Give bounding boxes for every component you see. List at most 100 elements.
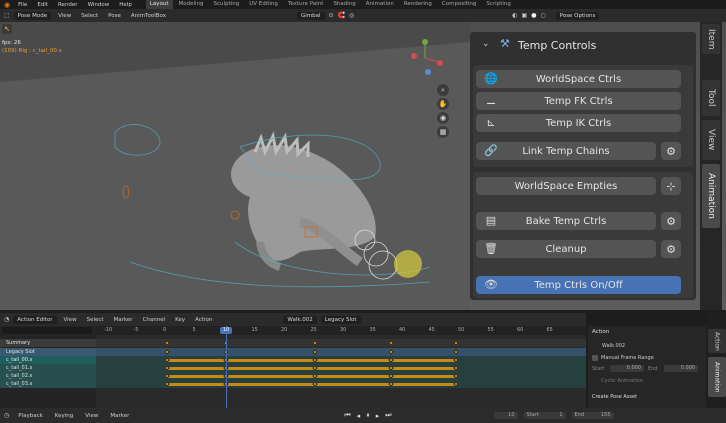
menu-render[interactable]: Render: [54, 2, 82, 8]
playhead-frame-label[interactable]: 10: [220, 327, 232, 334]
playhead-line[interactable]: [226, 326, 227, 408]
create-pose-asset-section[interactable]: Create Pose Asset: [592, 394, 637, 400]
manual-range-label: Manual Frame Range: [601, 355, 654, 361]
ae-menu-view[interactable]: View: [61, 316, 80, 324]
temp-ik-ctrls-button[interactable]: ⊾ Temp IK Ctrls: [476, 114, 681, 132]
pan-hand-icon[interactable]: ✋: [437, 98, 449, 110]
editor-mode-dropdown[interactable]: Action Editor: [13, 315, 57, 324]
end-field[interactable]: 0.000: [664, 365, 698, 372]
workspace-tab-shading[interactable]: Shading: [329, 0, 359, 9]
mode-dropdown[interactable]: Pose Mode: [13, 11, 52, 20]
perspective-grid-icon[interactable]: ▦: [437, 126, 449, 138]
play-pause-icon[interactable]: ⏸: [366, 411, 370, 420]
worldspace-empties-button[interactable]: WorldSpace Empties: [476, 177, 656, 195]
menu-view[interactable]: View: [55, 12, 74, 20]
ae-menu-select[interactable]: Select: [84, 316, 107, 324]
props-action-name[interactable]: Walk.002: [602, 343, 625, 349]
tab-tool[interactable]: Tool: [702, 80, 720, 116]
channel-c-tail-01[interactable]: c_tail_01.x: [0, 364, 96, 372]
timeline-editor-icon[interactable]: ◷: [4, 412, 9, 419]
props-tab-animation[interactable]: Animation: [708, 357, 726, 397]
workspace-tab-modeling[interactable]: Modeling: [175, 0, 208, 9]
ruler-tick-label: 20: [281, 327, 288, 333]
ae-menu-marker[interactable]: Marker: [111, 316, 136, 324]
menu-window[interactable]: Window: [84, 2, 114, 8]
workspace-tab-sculpting[interactable]: Sculpting: [210, 0, 244, 9]
dopesheet-editor-icon[interactable]: ◔: [4, 316, 9, 323]
cleanup-button[interactable]: 🗑 Cleanup: [476, 240, 656, 258]
menu-animtoolbox[interactable]: AnimToolBox: [128, 12, 169, 20]
proportional-icon[interactable]: ◎: [349, 12, 354, 19]
start-field[interactable]: 0.000: [610, 365, 644, 372]
ae-menu-action[interactable]: Action: [192, 316, 215, 324]
snap-icon[interactable]: 🧲: [338, 12, 345, 19]
bake-settings-gear-icon[interactable]: ⚙: [661, 212, 681, 230]
overlay-icon[interactable]: ◐: [512, 12, 517, 19]
ruler-tick-label: 25: [310, 327, 317, 333]
panel-title: Temp Controls: [518, 39, 597, 52]
tab-animation[interactable]: Animation: [702, 164, 720, 228]
shading-solid-icon[interactable]: ●: [531, 12, 536, 19]
prev-key-icon[interactable]: ◂: [357, 412, 361, 420]
current-frame-field[interactable]: 10: [493, 412, 518, 419]
tab-view[interactable]: View: [702, 120, 720, 160]
props-section-action[interactable]: Action: [592, 329, 609, 335]
pose-options-dropdown[interactable]: Pose Options: [555, 11, 600, 20]
channel-c-tail-00[interactable]: c_tail_00.x: [0, 356, 96, 364]
workspace-tab-compositing[interactable]: Compositing: [438, 0, 480, 9]
tool-cursor-icon[interactable]: ↖: [2, 24, 12, 34]
manual-range-checkbox[interactable]: [592, 355, 598, 361]
pivot-icon[interactable]: ⊙: [329, 12, 334, 19]
channel-c-tail-02[interactable]: c_tail_02.x: [0, 372, 96, 380]
menu-help[interactable]: Help: [115, 2, 136, 8]
workspace-tab-layout[interactable]: Layout: [145, 0, 173, 9]
ae-menu-key[interactable]: Key: [172, 316, 188, 324]
next-key-icon[interactable]: ▸: [376, 412, 380, 420]
jump-end-icon[interactable]: ⏭: [385, 411, 391, 420]
action-selector[interactable]: Walk.002: [283, 315, 317, 324]
channel-summary[interactable]: Summary: [0, 339, 96, 347]
workspace-tab-rendering[interactable]: Rendering: [400, 0, 436, 9]
props-tab-action[interactable]: Action: [708, 329, 726, 353]
camera-view-icon[interactable]: ◉: [437, 112, 449, 124]
tab-item[interactable]: Item: [702, 24, 720, 54]
workspace-tab-scripting[interactable]: Scripting: [482, 0, 514, 9]
menu-marker-timeline[interactable]: Marker: [107, 412, 132, 420]
menu-file[interactable]: File: [14, 2, 31, 8]
editor-type-icon[interactable]: ⬚: [4, 12, 10, 19]
worldspace-ctrls-button[interactable]: 🌐 WorldSpace Ctrls: [476, 70, 681, 88]
menu-view-timeline[interactable]: View: [82, 412, 101, 420]
menu-edit[interactable]: Edit: [33, 2, 52, 8]
start-label: Start: [592, 366, 605, 372]
cleanup-settings-gear-icon[interactable]: ⚙: [661, 240, 681, 258]
menu-select[interactable]: Select: [78, 12, 101, 20]
start-frame-field[interactable]: Start 1: [523, 412, 566, 419]
temp-ctrls-onoff-button[interactable]: 👁 Temp Ctrls On/Off: [476, 276, 681, 294]
xray-icon[interactable]: ▣: [522, 12, 528, 19]
slot-selector[interactable]: Legacy Slot: [320, 315, 361, 324]
temp-fk-ctrls-button[interactable]: ⚊ Temp FK Ctrls: [476, 92, 681, 110]
jump-start-icon[interactable]: ⏮: [344, 411, 350, 420]
menu-playback[interactable]: Playback: [15, 412, 46, 420]
bake-temp-ctrls-button[interactable]: ▤ Bake Temp Ctrls: [476, 212, 656, 230]
end-frame-field[interactable]: End 155: [571, 412, 614, 419]
channel-c-tail-03[interactable]: c_tail_03.x: [0, 380, 96, 388]
channel-label: c_tail_00.x: [6, 357, 33, 363]
menu-pose[interactable]: Pose: [105, 12, 124, 20]
ae-menu-channel[interactable]: Channel: [140, 316, 169, 324]
channel-legacy-slot[interactable]: Legacy Slot: [0, 348, 96, 356]
workspace-tab-animation[interactable]: Animation: [362, 0, 398, 9]
workspace-tab-uv-editing[interactable]: UV Editing: [245, 0, 282, 9]
orientation-dropdown[interactable]: Gimbal: [296, 11, 325, 20]
collapse-chevron-icon[interactable]: ⌄: [482, 39, 490, 49]
menu-keying[interactable]: Keying: [52, 412, 76, 420]
empty-axes-icon[interactable]: ⊹: [661, 177, 681, 195]
link-chains-settings-gear-icon[interactable]: ⚙: [661, 142, 681, 160]
zoom-icon[interactable]: ⌕: [437, 84, 449, 96]
blender-logo-icon[interactable]: ◉: [2, 1, 12, 9]
dopesheet-timeline[interactable]: -10-505101520253035404550556065 10: [96, 326, 586, 408]
workspace-tab-texture-paint[interactable]: Texture Paint: [284, 0, 328, 9]
link-temp-chains-button[interactable]: 🔗 Link Temp Chains: [476, 142, 656, 160]
shading-material-icon[interactable]: ○: [540, 12, 545, 19]
channel-search-input[interactable]: [2, 327, 92, 334]
